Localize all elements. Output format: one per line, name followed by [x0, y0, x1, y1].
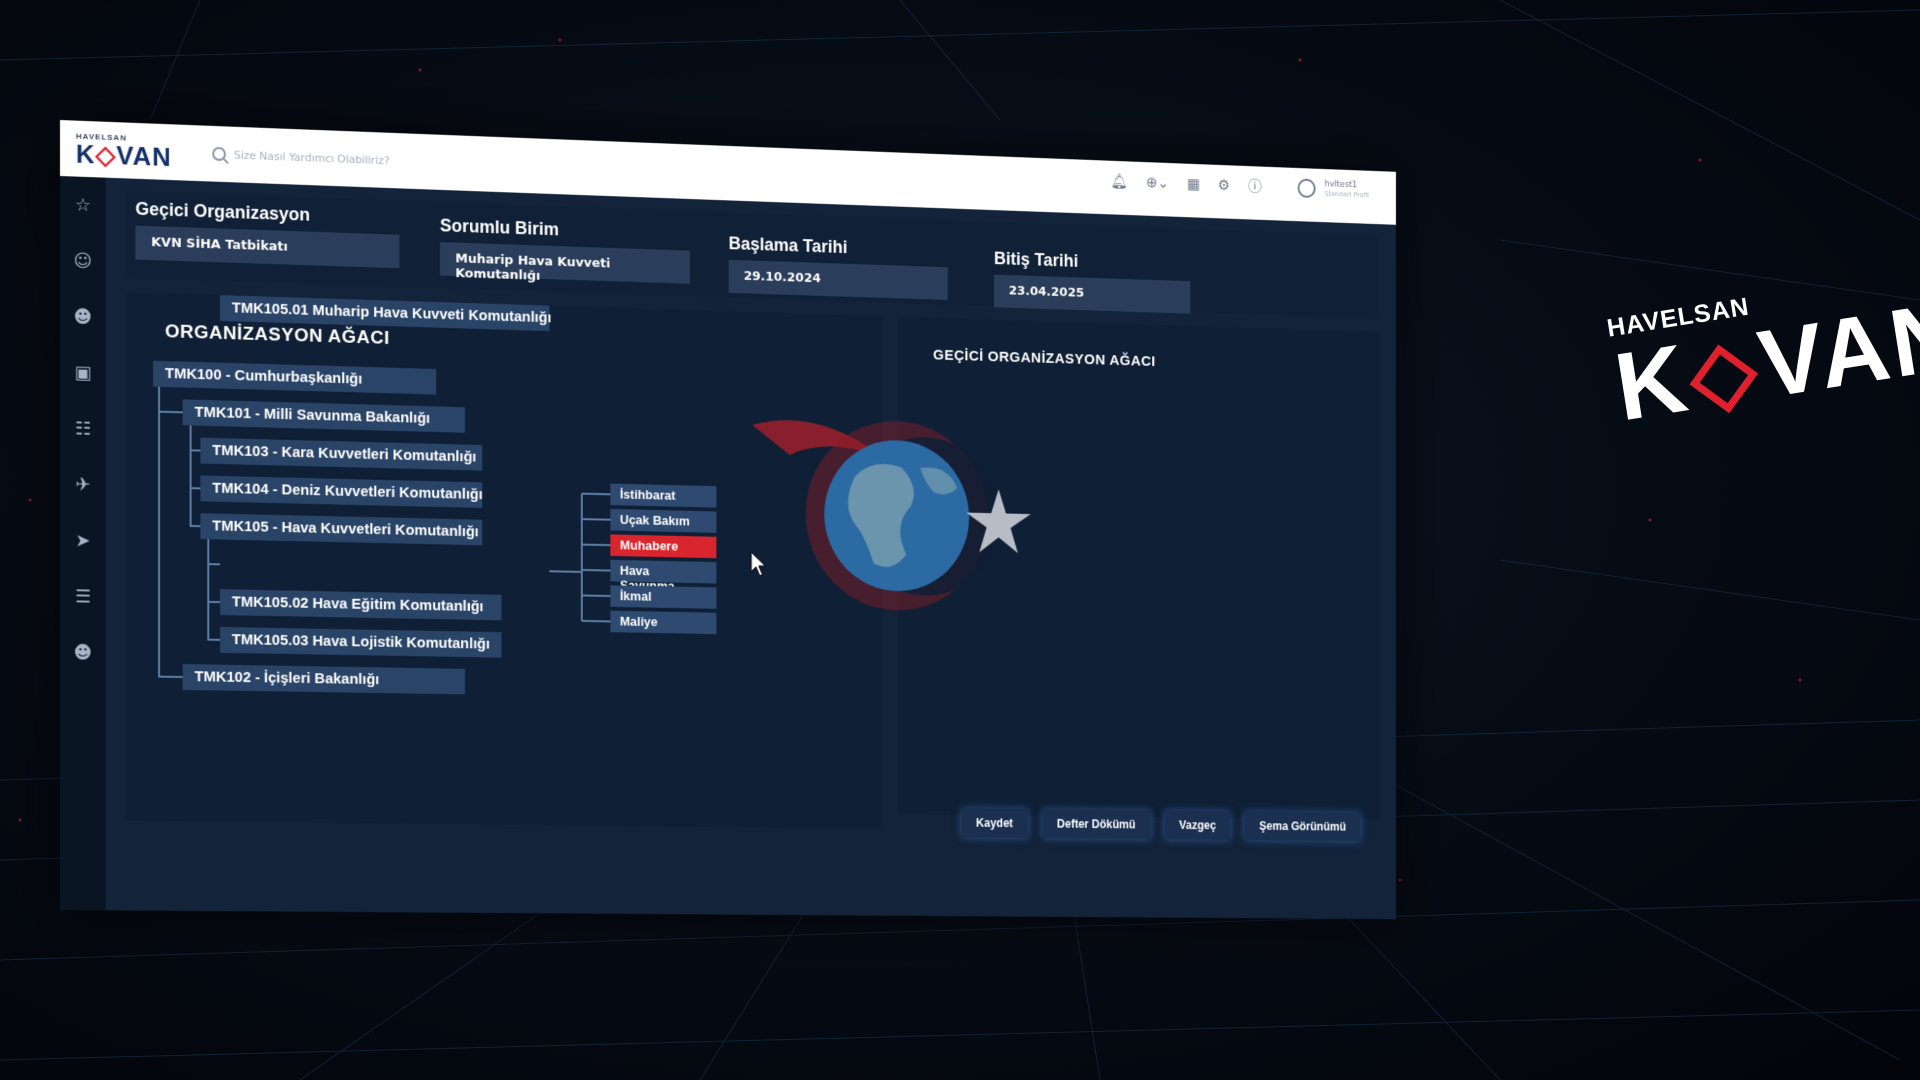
temp-org-label: Geçici Organizasyon	[135, 199, 399, 229]
field-temp-org: Geçici Organizasyon KVN SİHA Tatbikatı	[135, 199, 399, 269]
user-info: hvltest1 Standart Profil	[1325, 179, 1370, 199]
dept-ucak-bakim[interactable]: Uçak Bakım	[610, 509, 716, 533]
star-icon[interactable]: ☆	[60, 176, 106, 234]
drone-icon[interactable]: ➤	[60, 512, 106, 569]
app-window: HAVELSAN K◇VAN 🔔︎ ⊕⌄ ▦ ⚙ ⓘ hvltest1 Stan…	[60, 120, 1396, 919]
dept-ikmal[interactable]: İkmal	[610, 585, 716, 609]
search-bar	[212, 147, 524, 173]
truck-icon[interactable]: ▣	[60, 344, 106, 401]
mouse-cursor-icon	[750, 551, 767, 577]
dept-istihbarat[interactable]: İstihbarat	[610, 484, 716, 508]
action-buttons: Kaydet Defter Dökümü Vazgeç Şema Görünüm…	[961, 808, 1360, 841]
logo-product-post: VAN	[116, 140, 171, 172]
end-date-value[interactable]: 23.04.2025	[994, 275, 1190, 314]
ledger-button[interactable]: Defter Dökümü	[1042, 809, 1150, 839]
grid-icon[interactable]: ☷	[60, 400, 106, 457]
start-date-label: Başlama Tarihi	[729, 234, 948, 262]
cancel-button[interactable]: Vazgeç	[1165, 811, 1231, 840]
dept-hava-savunma[interactable]: Hava Savunma	[610, 560, 716, 584]
globe-dropdown-icon[interactable]: ⊕⌄	[1146, 173, 1169, 191]
tree-node-tmk102[interactable]: TMK102 - İçişleri Bakanlığı	[183, 664, 465, 694]
save-button[interactable]: Kaydet	[961, 808, 1027, 838]
info-icon[interactable]: ⓘ	[1248, 176, 1262, 196]
main-content: Geçici Organizasyon KVN SİHA Tatbikatı S…	[106, 178, 1396, 919]
brand-product-mark: ◇	[1683, 324, 1765, 420]
app-logo[interactable]: HAVELSAN K◇VAN	[76, 131, 195, 170]
temp-org-tree-title: GEÇİCİ ORGANİZASYON AĞACI	[933, 347, 1156, 370]
sidebar: ☆ ☺ ☻ ▣ ☷ ✈ ➤ ☰ ☻	[60, 176, 106, 910]
start-date-value[interactable]: 29.10.2024	[729, 260, 948, 300]
search-input[interactable]	[234, 148, 525, 172]
group-icon[interactable]: ☻	[60, 288, 106, 345]
team-icon[interactable]: ☻	[60, 624, 106, 681]
tree-node-tmk101[interactable]: TMK101 - Milli Savunma Bakanlığı	[183, 399, 465, 432]
org-tree-panel: ORGANİZASYON AĞACI TMK100 - Cumhurbaşkan…	[125, 292, 883, 829]
brand-logo-large: HAVELSAN K ◇ VAN	[1605, 271, 1905, 463]
logo-product-pre: K	[76, 138, 96, 169]
field-responsible-unit: Sorumlu Birim Muharip Hava Kuvveti Komut…	[440, 215, 690, 283]
top-icons: 🔔︎ ⊕⌄ ▦ ⚙ ⓘ hvltest1 Standart Profil	[1111, 170, 1370, 200]
logo-product-mark: ◇	[96, 139, 117, 170]
end-date-label: Bitiş Tarihi	[994, 249, 1190, 276]
user-avatar-icon	[1298, 178, 1316, 198]
tree-node-tmk103[interactable]: TMK103 - Kara Kuvvetleri Komutanlığı	[200, 438, 482, 471]
tree-node-tmk105[interactable]: TMK105 - Hava Kuvvetleri Komutanlığı	[200, 513, 482, 545]
tree-node-tmk104[interactable]: TMK104 - Deniz Kuvvetleri Komutanlığı	[200, 475, 482, 507]
search-icon	[212, 147, 226, 161]
field-end-date: Bitiş Tarihi 23.04.2025	[994, 249, 1190, 314]
temp-org-value[interactable]: KVN SİHA Tatbikatı	[135, 226, 399, 269]
brand-product-pre: K	[1609, 330, 1695, 436]
dept-muhabere[interactable]: Muhabere	[610, 534, 716, 558]
tree-node-tmk105-03[interactable]: TMK105.03 Hava Lojistik Komutanlığı	[220, 627, 501, 658]
responsible-unit-value[interactable]: Muharip Hava Kuvveti Komutanlığı	[440, 242, 690, 284]
field-start-date: Başlama Tarihi 29.10.2024	[729, 234, 948, 301]
temp-org-tree-panel: GEÇİCİ ORGANİZASYON AĞACI	[898, 317, 1380, 820]
calendar-icon[interactable]: ▦	[1187, 175, 1200, 193]
tree-node-tmk100[interactable]: TMK100 - Cumhurbaşkanlığı	[153, 361, 436, 395]
bell-icon[interactable]: 🔔︎	[1111, 172, 1128, 190]
user-menu[interactable]: hvltest1 Standart Profil	[1298, 178, 1370, 200]
responsible-unit-label: Sorumlu Birim	[440, 215, 690, 244]
users-icon[interactable]: ☺	[60, 232, 106, 289]
plane-icon[interactable]: ✈	[60, 456, 106, 513]
gear-icon[interactable]: ⚙	[1218, 176, 1230, 194]
org-tree-title: ORGANİZASYON AĞACI	[165, 321, 390, 350]
list-icon[interactable]: ☰	[60, 568, 106, 625]
logo-product: K◇VAN	[76, 140, 195, 170]
schema-view-button[interactable]: Şema Görünümü	[1245, 811, 1360, 841]
dept-maliye[interactable]: Maliye	[610, 611, 716, 634]
tree-node-tmk105-02[interactable]: TMK105.02 Hava Eğitim Komutanlığı	[220, 589, 501, 620]
user-role: Standart Profil	[1325, 190, 1370, 200]
